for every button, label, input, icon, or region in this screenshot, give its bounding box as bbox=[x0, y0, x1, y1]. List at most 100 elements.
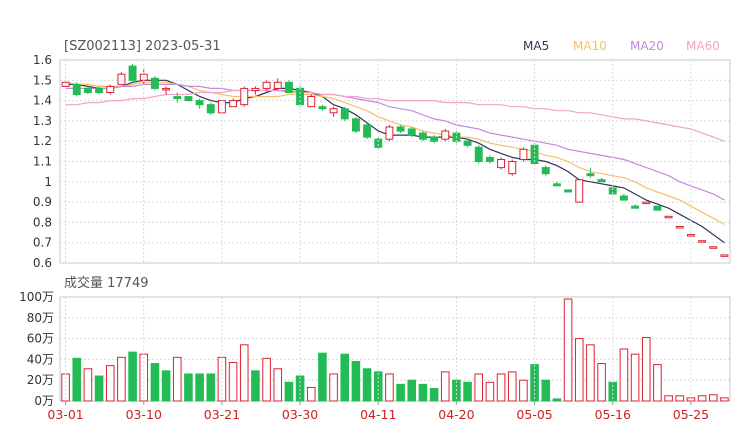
candle-body bbox=[396, 126, 405, 132]
volume-bar bbox=[440, 371, 450, 402]
volume-bar bbox=[228, 362, 238, 402]
candle-body bbox=[485, 156, 494, 163]
price-tick-label: 1.3 bbox=[33, 114, 52, 128]
volume-bar bbox=[396, 383, 405, 402]
candle-body bbox=[173, 96, 182, 100]
candle-body bbox=[117, 73, 126, 85]
volume-bar bbox=[574, 338, 584, 402]
date-tick-label: 05-05 bbox=[516, 407, 552, 422]
candle-body bbox=[698, 240, 707, 243]
volume-tick-label: 100万 bbox=[19, 290, 54, 304]
volume-bar bbox=[720, 397, 729, 402]
candle-body bbox=[686, 234, 695, 237]
candle-body bbox=[463, 140, 472, 146]
stock-chart: [SZ002113] 2023-05-31 MA5 MA10 MA20 MA60… bbox=[19, 39, 731, 422]
volume-bar bbox=[429, 388, 439, 402]
volume-bar bbox=[273, 368, 283, 402]
candle-body bbox=[552, 183, 561, 187]
candle-body bbox=[150, 77, 159, 89]
volume-bar bbox=[641, 337, 651, 402]
volume-bar bbox=[117, 356, 126, 402]
price-tick-label: 0.8 bbox=[33, 215, 52, 229]
volume-grid bbox=[60, 296, 730, 402]
volume-bars bbox=[61, 298, 729, 402]
candle-body bbox=[575, 179, 584, 203]
candle-body bbox=[106, 85, 115, 93]
volume-bar bbox=[239, 344, 249, 402]
candle-body bbox=[497, 158, 506, 169]
volume-bar bbox=[474, 373, 484, 402]
volume-bar bbox=[340, 353, 350, 402]
volume-axis: 100万 80万 60万 40万 20万 0万 bbox=[19, 290, 54, 408]
candle-body bbox=[653, 205, 662, 211]
volume-bar bbox=[619, 348, 629, 402]
volume-bar bbox=[105, 365, 115, 402]
volume-bar bbox=[630, 353, 640, 402]
volume-tick-label: 0万 bbox=[34, 394, 54, 408]
volume-tick-label: 20万 bbox=[27, 373, 54, 387]
candle-body bbox=[430, 136, 439, 142]
volume-bar bbox=[697, 395, 707, 402]
candle-body bbox=[441, 130, 450, 140]
ma-line-ma60 bbox=[65, 89, 725, 142]
candle-body bbox=[519, 148, 528, 160]
date-tick-label: 03-30 bbox=[282, 407, 318, 422]
volume-bar bbox=[385, 373, 394, 402]
volume-bar bbox=[653, 364, 662, 402]
price-tick-label: 1.5 bbox=[33, 73, 52, 87]
volume-bar bbox=[150, 363, 160, 402]
candle-body bbox=[597, 179, 606, 183]
volume-bar bbox=[496, 373, 506, 402]
volume-bar bbox=[318, 352, 327, 402]
candle-body bbox=[407, 128, 416, 136]
date-tick-label: 03-10 bbox=[126, 407, 162, 422]
candle-body bbox=[675, 225, 684, 229]
volume-bar bbox=[708, 394, 718, 402]
candle-body bbox=[631, 205, 640, 209]
price-axis: 1.6 1.5 1.4 1.3 1.2 1.1 1 0.9 0.8 0.7 0.6 bbox=[33, 53, 52, 270]
volume-bar bbox=[251, 370, 260, 402]
volume-bar bbox=[362, 368, 372, 402]
volume-tick-label: 60万 bbox=[27, 332, 54, 346]
candle-body bbox=[83, 87, 92, 93]
volume-bar bbox=[541, 379, 551, 402]
volume-bar bbox=[306, 386, 316, 402]
legend-ma20: MA20 bbox=[630, 39, 664, 53]
volume-bar bbox=[563, 298, 573, 402]
price-tick-label: 1.4 bbox=[33, 94, 52, 108]
candle-body bbox=[720, 254, 729, 257]
volume-bar bbox=[262, 357, 271, 402]
volume-tick-label: 80万 bbox=[27, 311, 54, 325]
volume-bar bbox=[351, 360, 361, 402]
candle-body bbox=[586, 173, 595, 177]
legend-ma60: MA60 bbox=[686, 39, 720, 53]
volume-bar bbox=[407, 379, 417, 402]
volume-tick-label: 40万 bbox=[27, 352, 54, 366]
candle-body bbox=[363, 124, 372, 138]
price-tick-label: 0.6 bbox=[33, 256, 52, 270]
price-tick-label: 1.2 bbox=[33, 134, 52, 148]
volume-bar bbox=[675, 395, 685, 402]
legend: MA5 MA10 MA20 MA60 bbox=[523, 39, 720, 53]
chart-title: [SZ002113] 2023-05-31 bbox=[64, 39, 221, 54]
date-tick-label: 04-11 bbox=[360, 407, 396, 422]
volume-bar bbox=[184, 373, 193, 402]
candle-body bbox=[128, 65, 137, 81]
volume-bar bbox=[597, 363, 606, 402]
volume-bar bbox=[463, 381, 472, 402]
volume-bar bbox=[195, 373, 204, 402]
candle-body bbox=[385, 126, 394, 140]
volume-label: 成交量 17749 bbox=[64, 275, 149, 291]
candle-body bbox=[508, 161, 517, 175]
volume-bar bbox=[284, 381, 294, 402]
candle-body bbox=[229, 100, 238, 108]
date-tick-label: 03-21 bbox=[204, 407, 240, 422]
volume-bar bbox=[507, 371, 517, 402]
price-tick-label: 0.9 bbox=[33, 195, 52, 209]
candle-body bbox=[709, 246, 718, 249]
volume-bar bbox=[94, 375, 104, 402]
volume-bar bbox=[128, 351, 137, 402]
candle-body bbox=[418, 132, 427, 140]
price-tick-label: 0.7 bbox=[33, 236, 52, 250]
ma-line-ma10 bbox=[65, 81, 725, 225]
